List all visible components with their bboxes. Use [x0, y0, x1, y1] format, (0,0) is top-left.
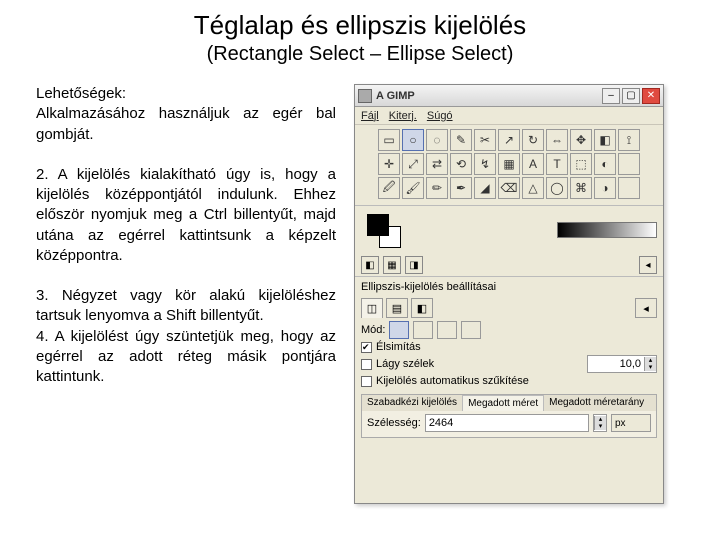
width-field[interactable]: 2464 [425, 414, 589, 432]
tool-free-select[interactable]: ◌ [426, 129, 448, 151]
close-button[interactable]: ✕ [642, 88, 660, 104]
mode-intersect[interactable] [461, 321, 481, 339]
text-lehet: Lehetőségek: [36, 84, 336, 104]
opt-tab-3[interactable]: ◧ [411, 298, 433, 318]
text-column: Lehetőségek: Alkalmazásához használjuk a… [36, 84, 336, 504]
tool-paint[interactable]: 🖉 [378, 177, 400, 199]
tool-blur[interactable]: ◯ [546, 177, 568, 199]
tool-options-title: Ellipszis-kijelölés beállításai [355, 276, 663, 295]
feather-spin[interactable]: 10,0 ▴▾ [587, 355, 657, 373]
szk-tab-fixed[interactable]: Megadott méret [462, 395, 544, 411]
gimp-window: A GIMP – ▢ ✕ Fájl Kiterj. Súgó ▭ ○ ◌ ✎ ✂… [354, 84, 664, 504]
gradient-preview[interactable] [557, 222, 657, 238]
opt-tab-1[interactable]: ◫ [361, 298, 383, 318]
tool-pencil[interactable]: ◐ [594, 153, 616, 175]
window-title: A GIMP [376, 90, 602, 102]
text-p3: 3. Négyzet vagy kör alakú kijelöléshez t… [36, 286, 336, 327]
maximize-button[interactable]: ▢ [622, 88, 640, 104]
tool-rotate[interactable]: ⤢ [402, 153, 424, 175]
tool-zoom[interactable]: ⇔ [546, 129, 568, 151]
mode-label: Mód: [361, 324, 385, 336]
tool-pencil2[interactable]: ✏ [426, 177, 448, 199]
tool-align[interactable]: ⟟ [618, 129, 640, 151]
autoshrink-checkbox[interactable] [361, 376, 372, 387]
pattern-btn[interactable]: ▦ [383, 256, 401, 274]
tool-scissors[interactable]: ✂ [474, 129, 496, 151]
tool-dodge[interactable]: ◑ [594, 177, 616, 199]
autoshrink-label: Kijelölés automatikus szűkítése [376, 375, 529, 387]
tool-airbrush[interactable]: ◢ [474, 177, 496, 199]
tool-text[interactable]: A [522, 153, 544, 175]
tool-flip[interactable]: ▦ [498, 153, 520, 175]
width-label: Szélesség: [367, 417, 421, 429]
tool-fuzzy-select[interactable]: ✎ [450, 129, 472, 151]
unit-combo[interactable]: px [611, 414, 651, 432]
szk-tab-free[interactable]: Szabadkézi kijelölés [362, 395, 462, 411]
size-panel: Szabadkézi kijelölés Megadott méret Mega… [361, 394, 657, 438]
menu-arrow-icon[interactable]: ◂ [639, 256, 657, 274]
tool-perspective[interactable]: ↯ [474, 153, 496, 175]
tool-color-picker[interactable]: ↻ [522, 129, 544, 151]
tool-scale[interactable]: ⇄ [426, 153, 448, 175]
brush-btn[interactable]: ◧ [361, 256, 379, 274]
grad-btn[interactable]: ◨ [405, 256, 423, 274]
tool-measure[interactable]: ✥ [570, 129, 592, 151]
titlebar[interactable]: A GIMP – ▢ ✕ [355, 85, 663, 107]
app-icon [358, 89, 372, 103]
tool-clone[interactable]: △ [522, 177, 544, 199]
minimize-button[interactable]: – [602, 88, 620, 104]
mode-replace[interactable] [389, 321, 409, 339]
szk-tab-aspect[interactable]: Megadott méretarány [544, 395, 649, 411]
fg-color[interactable] [367, 214, 389, 236]
opt-tab-2[interactable]: ▤ [386, 298, 408, 318]
tool-crop[interactable]: ✛ [378, 153, 400, 175]
text-p1: Alkalmazásához használjuk az egér bal go… [36, 104, 336, 145]
opt-tab-menu-icon[interactable]: ◂ [635, 298, 657, 318]
feather-checkbox[interactable] [361, 359, 372, 370]
page-subtitle: (Rectangle Select – Ellipse Select) [0, 43, 720, 66]
color-selector[interactable] [361, 208, 405, 252]
tool-smudge[interactable]: ⌘ [570, 177, 592, 199]
tool-ink[interactable]: ✒ [450, 177, 472, 199]
text-p2: 2. A kijelölés kialakítható úgy is, hogy… [36, 165, 336, 266]
menu-file[interactable]: Fájl [361, 110, 379, 122]
tool-move[interactable]: ◧ [594, 129, 616, 151]
mode-add[interactable] [413, 321, 433, 339]
menu-xtns[interactable]: Kiterj. [389, 110, 417, 122]
feather-label: Lágy szélek [376, 358, 434, 370]
tool-ellipse-select[interactable]: ○ [402, 129, 424, 151]
tool-eraser[interactable]: ⌫ [498, 177, 520, 199]
page-title: Téglalap és ellipszis kijelölés [0, 10, 720, 41]
tool-brush[interactable]: 🖌 [402, 177, 424, 199]
antialias-label: Élsimítás [376, 341, 421, 353]
tool-paths[interactable]: ↗ [498, 129, 520, 151]
tool-21[interactable] [618, 153, 640, 175]
tool-shear[interactable]: ⟲ [450, 153, 472, 175]
tool-rect-select[interactable]: ▭ [378, 129, 400, 151]
tool-32[interactable] [618, 177, 640, 199]
menu-help[interactable]: Súgó [427, 110, 453, 122]
tool-blend[interactable]: ⬚ [570, 153, 592, 175]
menubar[interactable]: Fájl Kiterj. Súgó [355, 107, 663, 125]
width-spin[interactable]: ▴▾ [593, 414, 607, 432]
tool-bucket[interactable]: T [546, 153, 568, 175]
antialias-checkbox[interactable] [361, 342, 372, 353]
text-p4: 4. A kijelölést úgy szüntetjük meg, hogy… [36, 327, 336, 388]
mode-subtract[interactable] [437, 321, 457, 339]
toolbox: ▭ ○ ◌ ✎ ✂ ↗ ↻ ⇔ ✥ ◧ ⟟ ✛ ⤢ ⇄ ⟲ ↯ ▦ A T ⬚ … [355, 125, 663, 206]
